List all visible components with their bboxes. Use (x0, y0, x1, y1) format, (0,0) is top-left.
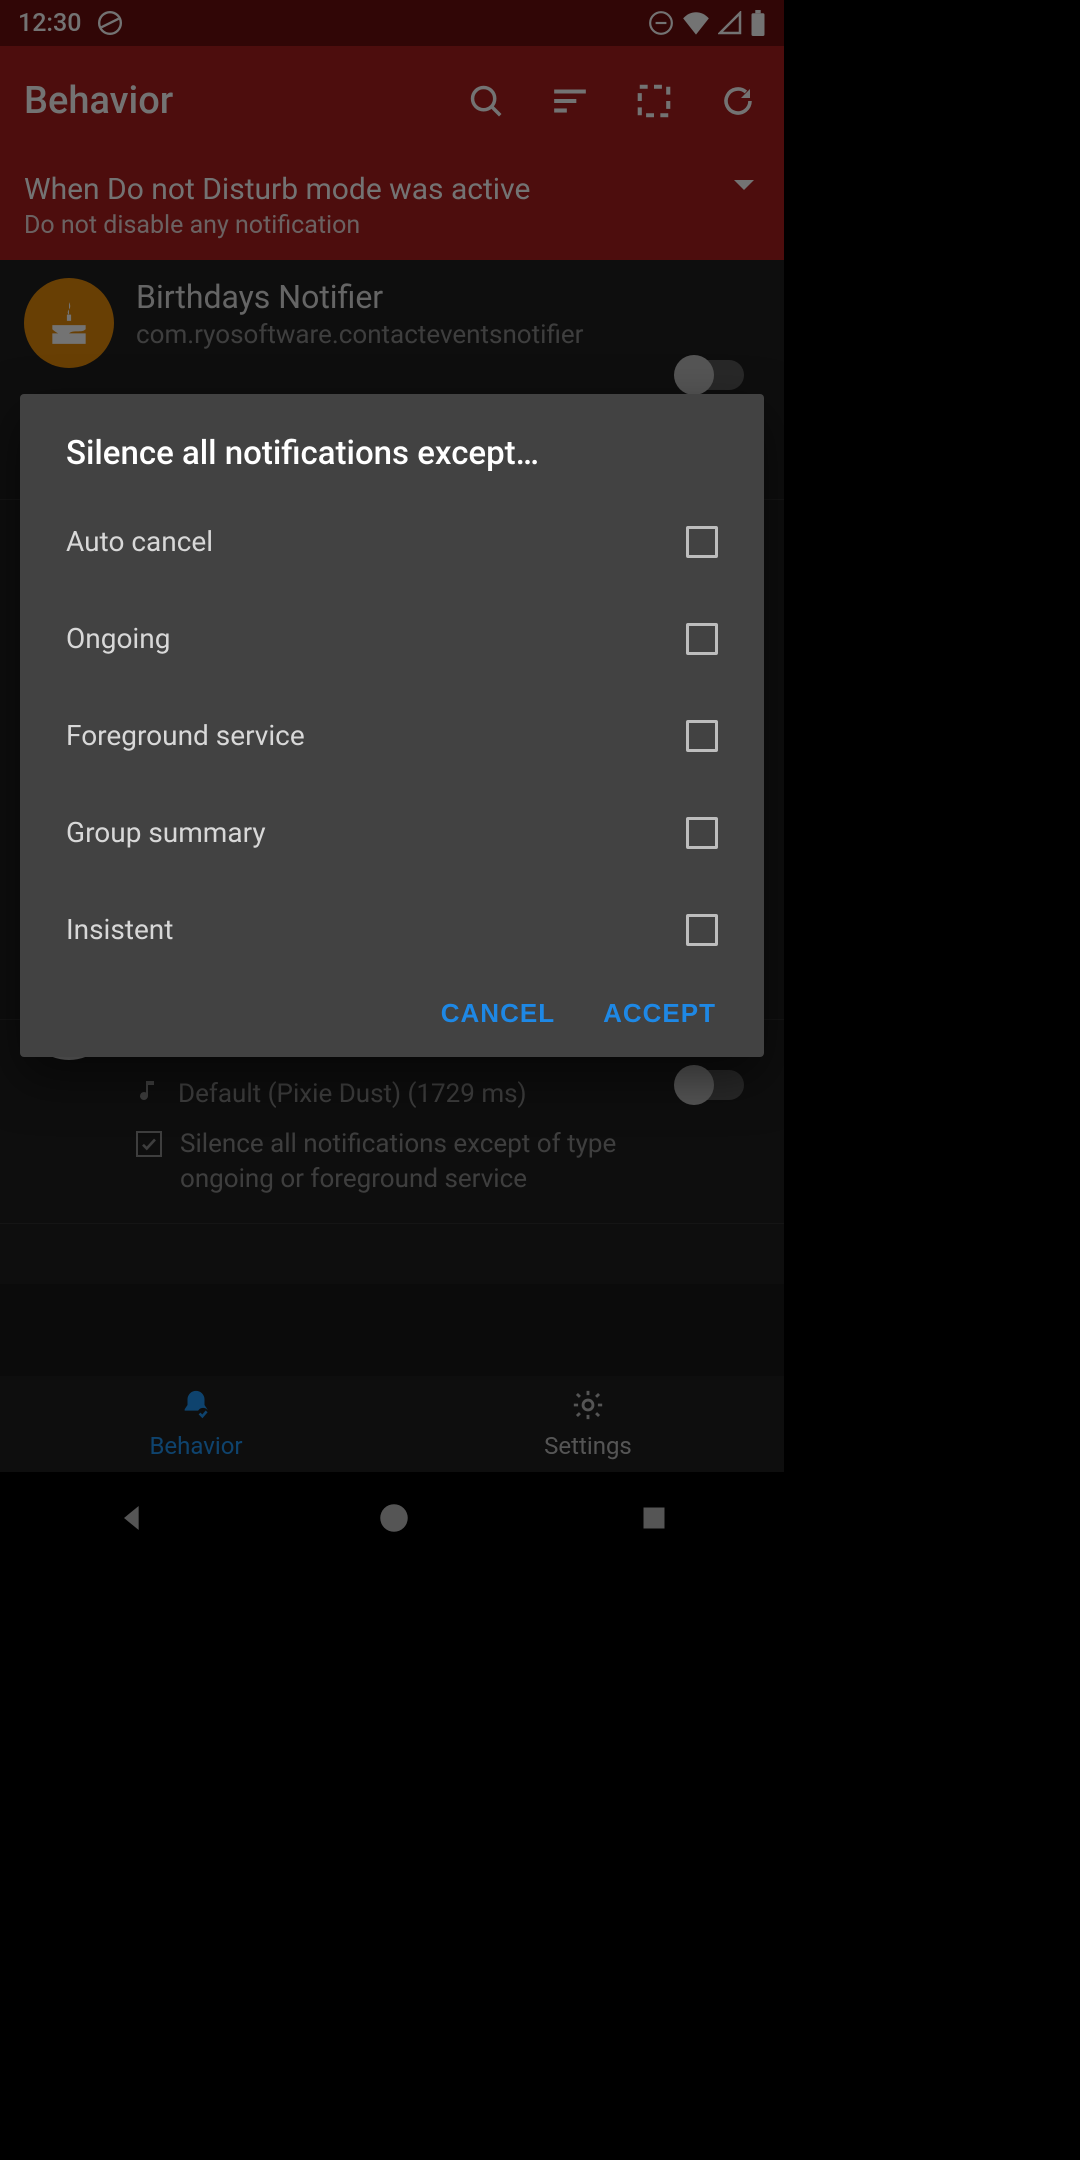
option-foreground-service[interactable]: Foreground service (20, 687, 764, 784)
option-ongoing[interactable]: Ongoing (20, 590, 764, 687)
checkbox[interactable] (686, 914, 718, 946)
option-group-summary[interactable]: Group summary (20, 784, 764, 881)
option-label: Foreground service (66, 719, 686, 752)
option-auto-cancel[interactable]: Auto cancel (20, 493, 764, 590)
cancel-button[interactable]: CANCEL (441, 998, 555, 1029)
checkbox[interactable] (686, 623, 718, 655)
silence-dialog: Silence all notifications except… Auto c… (20, 394, 764, 1057)
option-label: Insistent (66, 913, 686, 946)
accept-button[interactable]: ACCEPT (603, 998, 716, 1029)
checkbox[interactable] (686, 817, 718, 849)
checkbox[interactable] (686, 526, 718, 558)
checkbox[interactable] (686, 720, 718, 752)
option-label: Group summary (66, 816, 686, 849)
option-label: Auto cancel (66, 525, 686, 558)
option-insistent[interactable]: Insistent (20, 881, 764, 978)
option-label: Ongoing (66, 622, 686, 655)
dialog-title: Silence all notifications except… (20, 394, 764, 493)
